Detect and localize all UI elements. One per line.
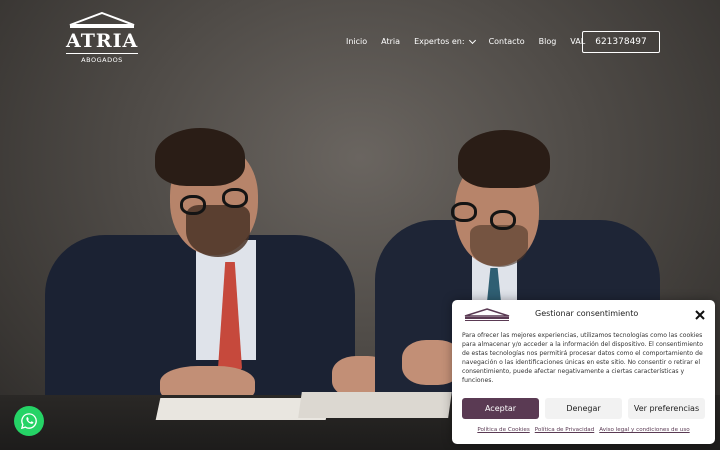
consent-title: Gestionar consentimiento: [535, 309, 639, 318]
nav-contacto[interactable]: Contacto: [489, 37, 525, 46]
legal-notice-link[interactable]: Aviso legal y condiciones de uso: [599, 427, 689, 433]
deny-button[interactable]: Denegar: [545, 398, 622, 419]
site-header: ATRIA ABOGADOS Inicio Atria Expertos en:…: [0, 0, 720, 80]
nav-expertos[interactable]: Expertos en:: [414, 36, 476, 46]
accept-button[interactable]: Aceptar: [462, 398, 539, 419]
chevron-down-icon: [468, 36, 476, 44]
main-nav: Inicio Atria Expertos en: Contacto Blog …: [346, 36, 599, 46]
site-logo[interactable]: ATRIA ABOGADOS: [66, 12, 138, 70]
whatsapp-button[interactable]: [14, 406, 44, 436]
cookie-policy-link[interactable]: Política de Cookies: [477, 427, 529, 433]
phone-button[interactable]: 621378497: [582, 31, 660, 53]
whatsapp-icon: [20, 413, 37, 430]
cookie-consent-dialog: Gestionar consentimiento Para ofrecer la…: [452, 300, 715, 444]
temple-icon: [69, 12, 135, 28]
preferences-button[interactable]: Ver preferencias: [628, 398, 705, 419]
close-icon[interactable]: [694, 309, 706, 321]
logo-name: ATRIA: [66, 30, 139, 52]
logo-subtitle: ABOGADOS: [66, 53, 138, 64]
privacy-policy-link[interactable]: Política de Privacidad: [535, 427, 595, 433]
nav-blog[interactable]: Blog: [539, 37, 557, 46]
nav-expertos-label: Expertos en:: [414, 37, 465, 46]
consent-links: Política de Cookies Política de Privacid…: [452, 427, 715, 433]
nav-atria[interactable]: Atria: [381, 37, 400, 46]
consent-text: Para ofrecer las mejores experiencias, u…: [462, 332, 703, 384]
consent-logo: [464, 308, 510, 321]
nav-inicio[interactable]: Inicio: [346, 37, 367, 46]
